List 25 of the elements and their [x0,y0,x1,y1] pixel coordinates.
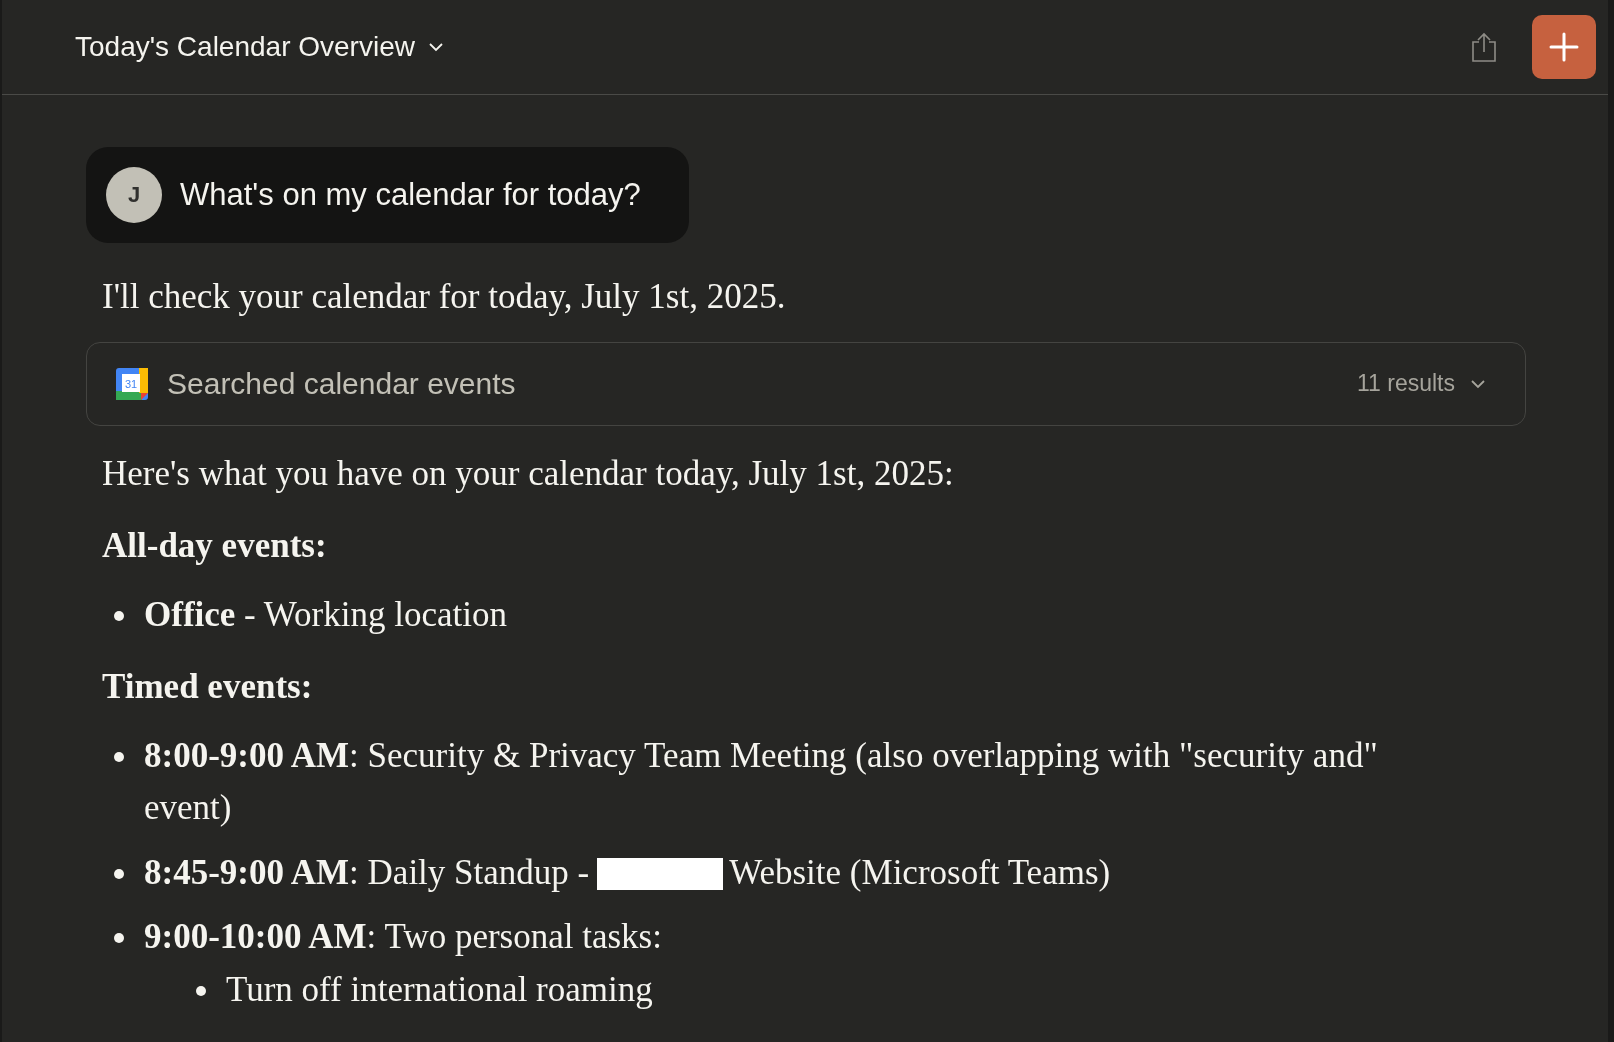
event-text: Turn off international roaming [226,969,653,1009]
tool-result-card[interactable]: 31 Searched calendar events 11 results [86,341,1526,426]
event-text: Website (Microsoft Teams) [729,852,1111,892]
user-message-text: What's on my calendar for today? [180,177,641,213]
bullet-icon [114,751,124,762]
response-text: Here's what you have on your calendar today, July 1st, 2025: [102,452,955,495]
plus-icon [1549,32,1579,62]
event-text: 8:45-9:00 AM: Daily Standup - [144,852,590,892]
new-chat-button[interactable] [1532,15,1596,79]
user-avatar: J [106,167,162,223]
bullet-icon [114,610,124,621]
chat-title-button[interactable]: Today's Calendar Overview [75,31,445,63]
bullet-icon [114,868,124,879]
response-text: I'll check your calendar for today, July 1st, 2025. [102,276,787,318]
event-text: 8:00-9:00 AM: Security & Privacy Team Meeting (also overlapping with "security and" event) [144,735,1378,827]
results-toggle[interactable]: 11 results [1351,369,1493,398]
tool-call-label: Searched calendar events [167,366,517,401]
event-text: Office - Working location [144,594,507,634]
section-heading: All-day events: [102,525,328,567]
event-text: 9:00-10:00 AM: Two personal tasks: [144,917,662,956]
section-heading: Timed events: [102,666,314,708]
calendar-icon: 31 [115,366,149,401]
share-icon [1470,31,1498,63]
bullet-icon [196,985,206,996]
bullet-icon [114,933,124,943]
